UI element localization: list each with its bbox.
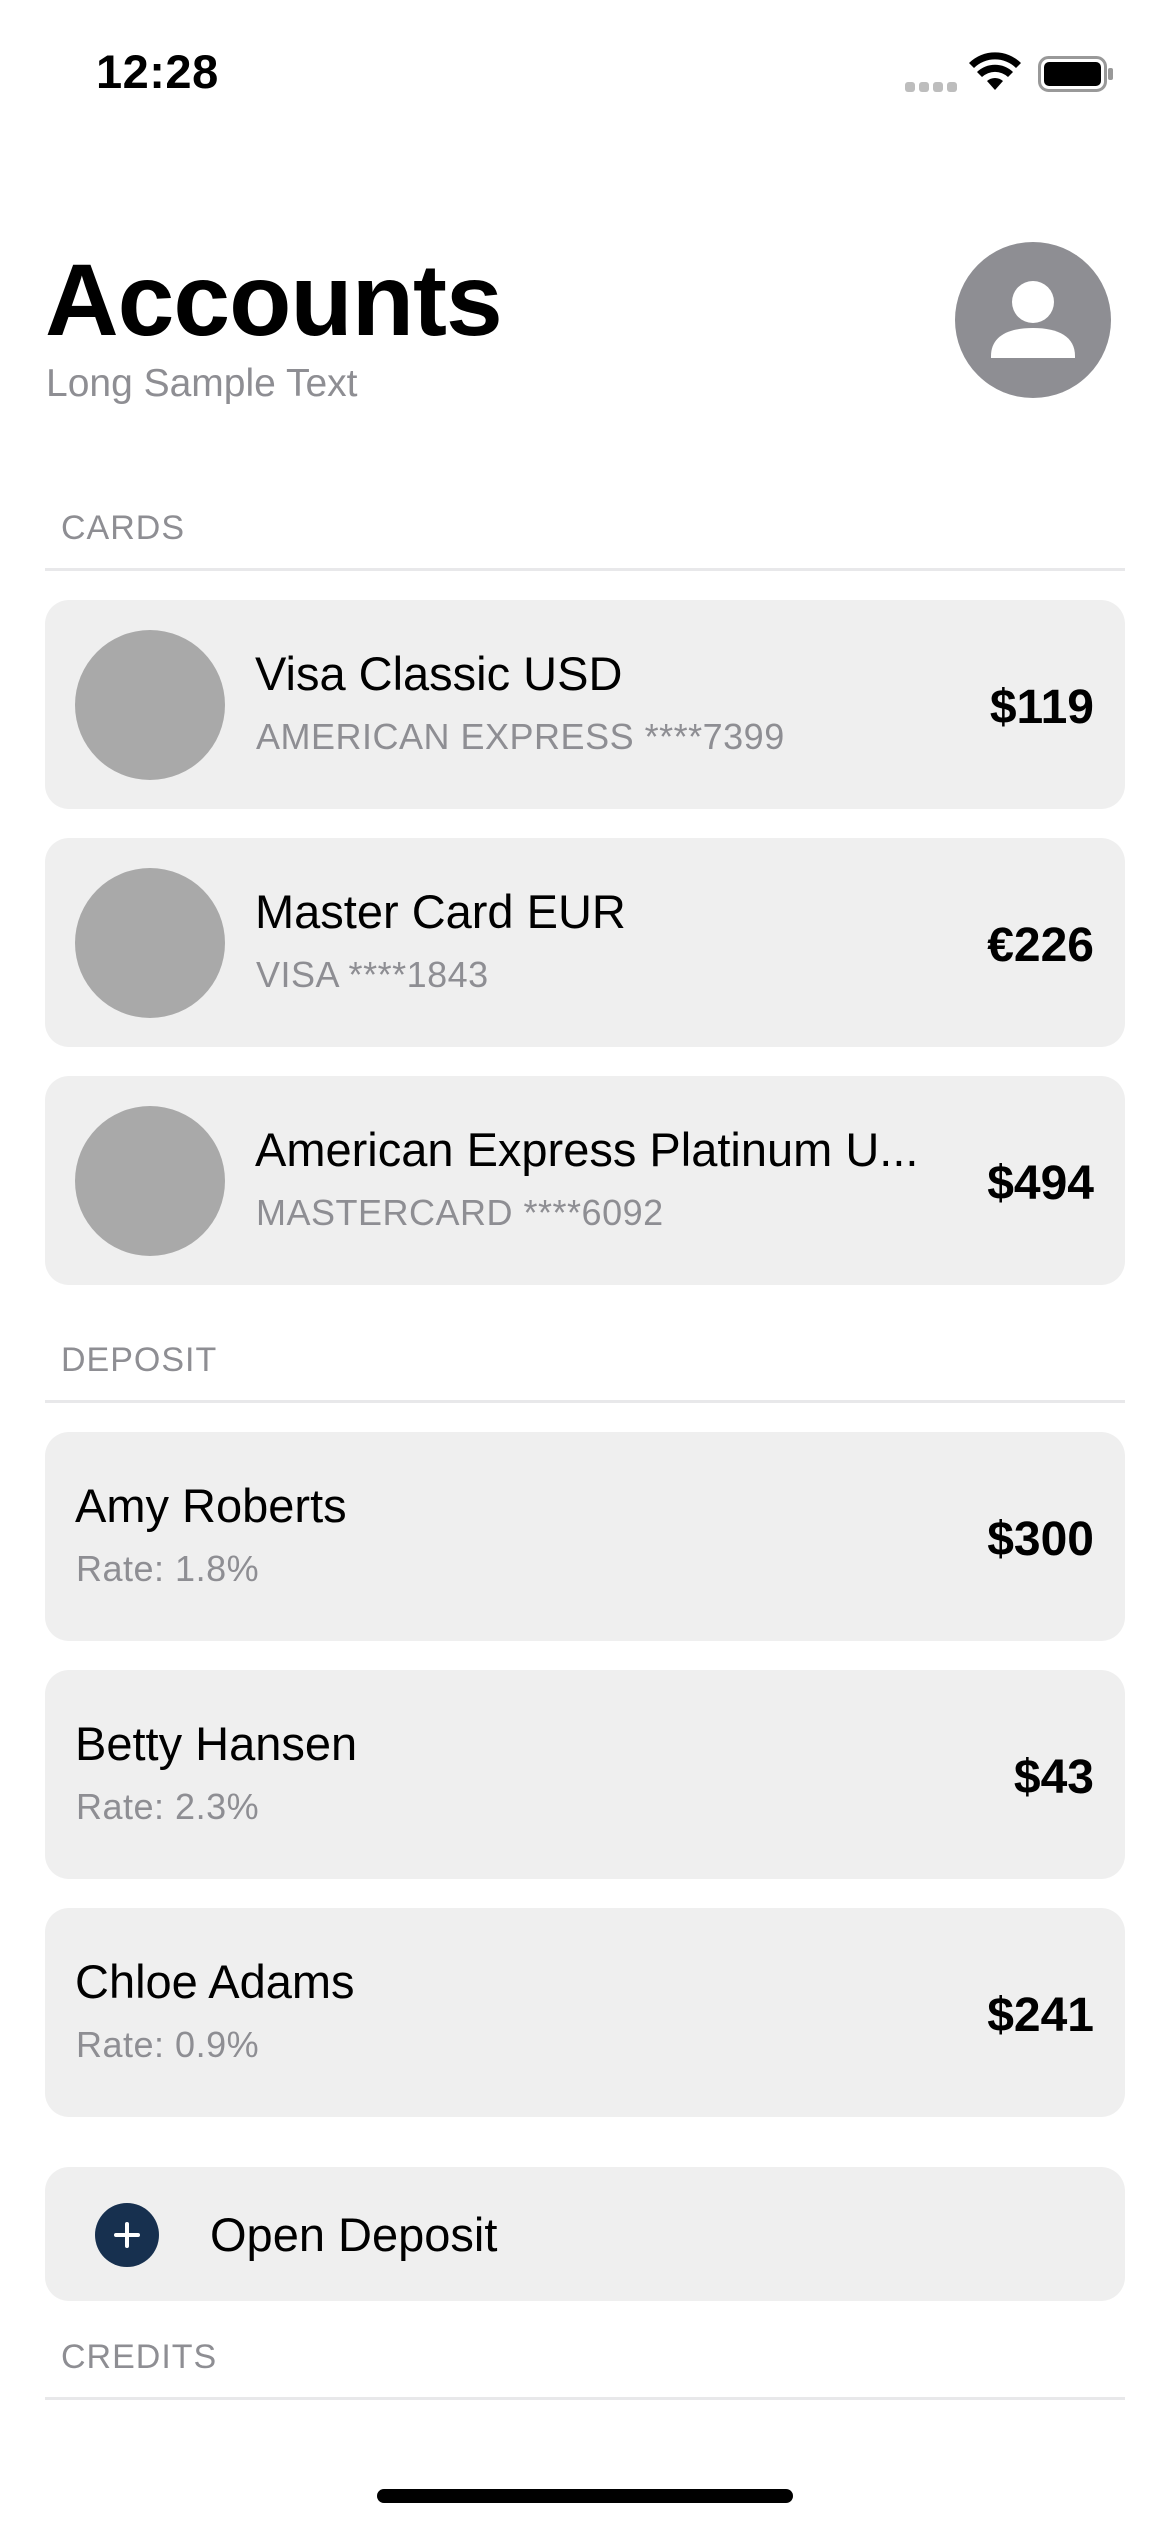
deposit-row[interactable]: Chloe Adams Rate: 0.9% $241: [45, 1908, 1125, 2117]
card-name: Visa Classic USD: [255, 647, 623, 700]
wifi-icon: [969, 52, 1021, 90]
section-divider: [45, 568, 1125, 571]
deposit-name: Chloe Adams: [75, 1955, 355, 2008]
cellular-signal-icon: [905, 78, 959, 92]
card-balance: €226: [987, 919, 1094, 972]
card-balance: $494: [987, 1157, 1094, 1210]
deposit-name: Amy Roberts: [75, 1479, 347, 1532]
page-title: Accounts: [45, 243, 503, 357]
card-name: Master Card EUR: [255, 885, 626, 938]
deposit-name: Betty Hansen: [75, 1717, 358, 1770]
deposit-balance: $300: [987, 1513, 1094, 1566]
home-indicator[interactable]: [377, 2489, 793, 2503]
section-divider: [45, 1400, 1125, 1403]
card-thumbnail: [75, 630, 225, 780]
card-row[interactable]: Master Card EUR VISA ****1843 €226: [45, 838, 1125, 1047]
card-number: AMERICAN EXPRESS ****7399: [256, 716, 785, 757]
deposit-balance: $241: [987, 1989, 1094, 2042]
open-deposit-button[interactable]: Open Deposit: [45, 2167, 1125, 2301]
card-number: MASTERCARD ****6092: [256, 1192, 664, 1233]
card-balance: $119: [989, 681, 1094, 734]
status-bar: 12:28: [0, 0, 1170, 140]
status-time: 12:28: [96, 45, 219, 98]
deposit-rate: Rate: 1.8%: [76, 1548, 260, 1589]
page-subtitle: Long Sample Text: [46, 362, 358, 405]
deposit-row[interactable]: Betty Hansen Rate: 2.3% $43: [45, 1670, 1125, 1879]
open-deposit-label: Open Deposit: [210, 2208, 498, 2261]
section-divider: [45, 2397, 1125, 2400]
battery-icon: [1038, 56, 1113, 92]
card-row[interactable]: American Express Platinum U... MASTERCAR…: [45, 1076, 1125, 1285]
deposit-rate: Rate: 0.9%: [76, 2024, 260, 2065]
section-header-deposit: DEPOSIT: [61, 1341, 218, 1379]
person-icon: [991, 281, 1075, 358]
deposit-balance: $43: [1013, 1751, 1094, 1804]
deposit-row[interactable]: Amy Roberts Rate: 1.8% $300: [45, 1432, 1125, 1641]
plus-icon: [95, 2203, 159, 2267]
card-thumbnail: [75, 1106, 225, 1256]
card-thumbnail: [75, 868, 225, 1018]
card-row[interactable]: Visa Classic USD AMERICAN EXPRESS ****73…: [45, 600, 1125, 809]
section-header-cards: CARDS: [61, 509, 186, 547]
profile-avatar-button[interactable]: [955, 242, 1111, 398]
section-header-credits: CREDITS: [61, 2338, 218, 2376]
card-number: VISA ****1843: [256, 954, 489, 995]
card-name: American Express Platinum U...: [255, 1123, 919, 1176]
deposit-rate: Rate: 2.3%: [76, 1786, 260, 1827]
